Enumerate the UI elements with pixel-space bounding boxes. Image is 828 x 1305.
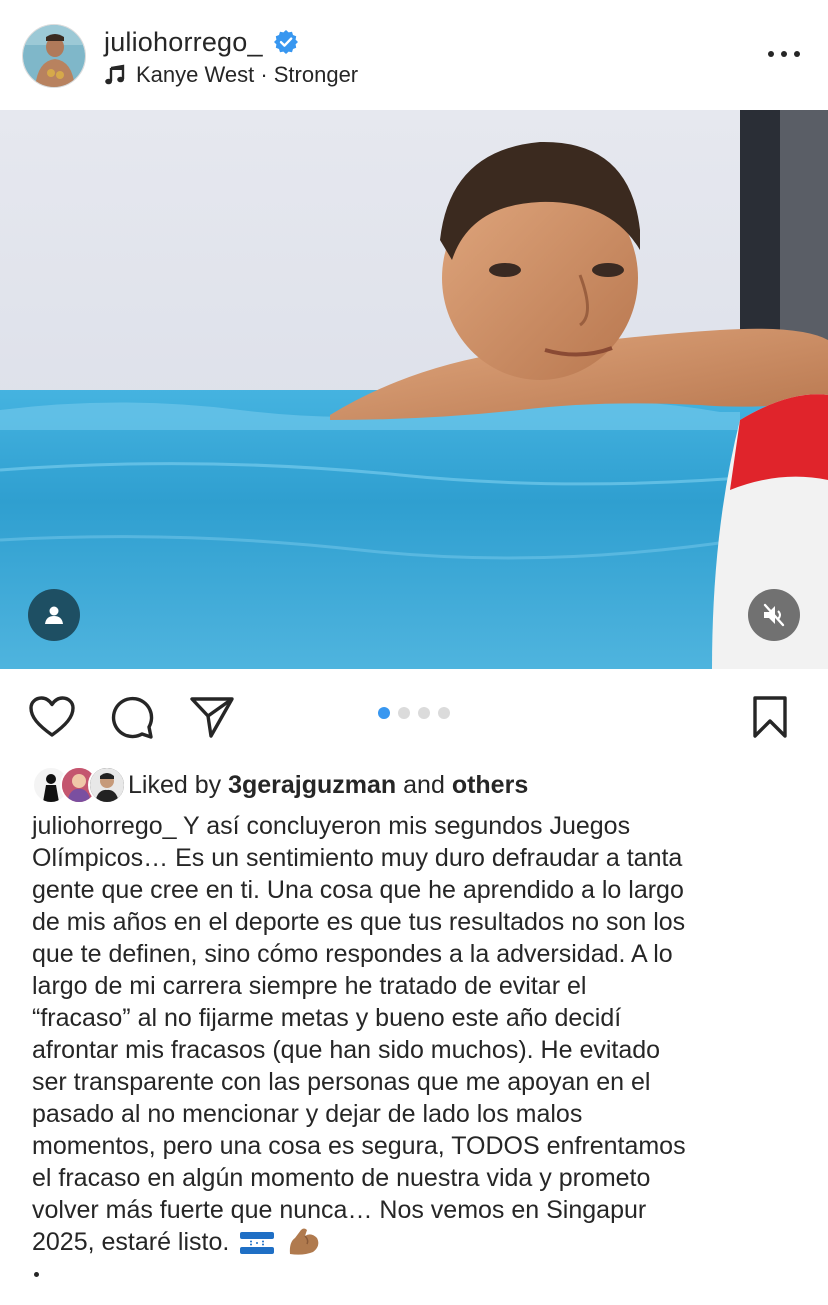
- carousel-indicator: [378, 707, 450, 719]
- username-row: juliohorrego_: [104, 26, 299, 58]
- user-tag-icon: [45, 606, 63, 624]
- liked-by-user[interactable]: 3gerajguzman: [228, 771, 396, 799]
- username[interactable]: juliohorrego_: [104, 27, 263, 58]
- caption-lines: Olímpicos… Es un sentimiento muy duro de…: [32, 842, 812, 1226]
- caption-line: volver más fuerte que nunca… Nos vemos e…: [32, 1196, 647, 1224]
- caption-line: juliohorrego_ Y así concluyeron mis segu…: [32, 810, 812, 842]
- audio-row[interactable]: Kanye West · Stronger: [104, 60, 358, 90]
- caption-line: “fracaso” al no fijarme metas y bueno es…: [32, 1004, 622, 1032]
- avatar-photo: [23, 25, 85, 87]
- caption-line: de mis años en el deporte es que tus res…: [32, 908, 686, 936]
- caption-line: momentos, pero una cosa es segura, TODOS…: [32, 1132, 686, 1160]
- save-button[interactable]: [746, 693, 794, 741]
- liked-by-row: Liked by 3gerajguzman and others: [32, 765, 528, 805]
- liked-avatars[interactable]: [32, 766, 126, 804]
- bookmark-icon: [753, 696, 787, 738]
- carousel-dot: [398, 707, 410, 719]
- post-header: juliohorrego_ Kanye West · Stronger: [0, 0, 828, 110]
- caption-last-text: 2025, estaré listo.: [32, 1228, 230, 1256]
- post-media[interactable]: [0, 110, 828, 669]
- caption-line: ser transparente con las personas que me…: [32, 1068, 651, 1096]
- caption-text: Y así concluyeron mis segundos Juegos: [183, 812, 631, 840]
- caption-line: pasado al no mencionar y dejar de lado l…: [32, 1100, 583, 1128]
- more-options-icon[interactable]: [768, 40, 800, 68]
- action-bar: [0, 669, 828, 765]
- mute-button[interactable]: [748, 589, 800, 641]
- share-button[interactable]: [188, 693, 236, 741]
- caption-line: afrontar mis fracasos (que han sido much…: [32, 1036, 661, 1064]
- liked-by-prefix: Liked by: [128, 770, 222, 799]
- liker-avatar: [88, 766, 126, 804]
- send-icon: [190, 697, 234, 738]
- flexed-biceps-icon: [290, 1228, 319, 1255]
- muted-speaker-icon: [763, 603, 785, 627]
- profile-avatar[interactable]: [22, 24, 86, 88]
- verified-badge-icon: [273, 30, 298, 54]
- caption-line: 2025, estaré listo.: [32, 1226, 812, 1258]
- honduras-flag-icon: [240, 1232, 275, 1254]
- caption-line: largo de mi carrera siempre he tratado d…: [32, 972, 587, 1000]
- audio-label: Kanye West · Stronger: [136, 62, 359, 87]
- caption-line: que te definen, sino cómo respondes a la…: [32, 940, 673, 968]
- caption-bullet: [34, 1272, 39, 1277]
- caption-line: gente que cree en ti. Una cosa que he ap…: [32, 876, 684, 904]
- carousel-dot: [418, 707, 430, 719]
- comment-button[interactable]: [108, 693, 156, 741]
- caption-line: Olímpicos… Es un sentimiento muy duro de…: [32, 844, 683, 872]
- liked-by-others[interactable]: others: [452, 771, 528, 799]
- liked-by-and: and: [403, 770, 445, 799]
- caption-username[interactable]: juliohorrego_: [32, 812, 177, 840]
- like-button[interactable]: [28, 693, 76, 741]
- tag-people-button[interactable]: [28, 589, 80, 641]
- carousel-dot-active: [378, 707, 390, 719]
- comment-icon: [111, 696, 154, 739]
- post-caption: juliohorrego_ Y así concluyeron mis segu…: [32, 810, 812, 1258]
- music-note-icon: [105, 64, 125, 85]
- carousel-dot: [438, 707, 450, 719]
- heart-icon: [29, 696, 75, 737]
- caption-line: el fracaso en algún momento de nuestra v…: [32, 1164, 651, 1192]
- swimmer-photo: [0, 110, 828, 669]
- liked-by-text: Liked by 3gerajguzman and others: [128, 771, 528, 800]
